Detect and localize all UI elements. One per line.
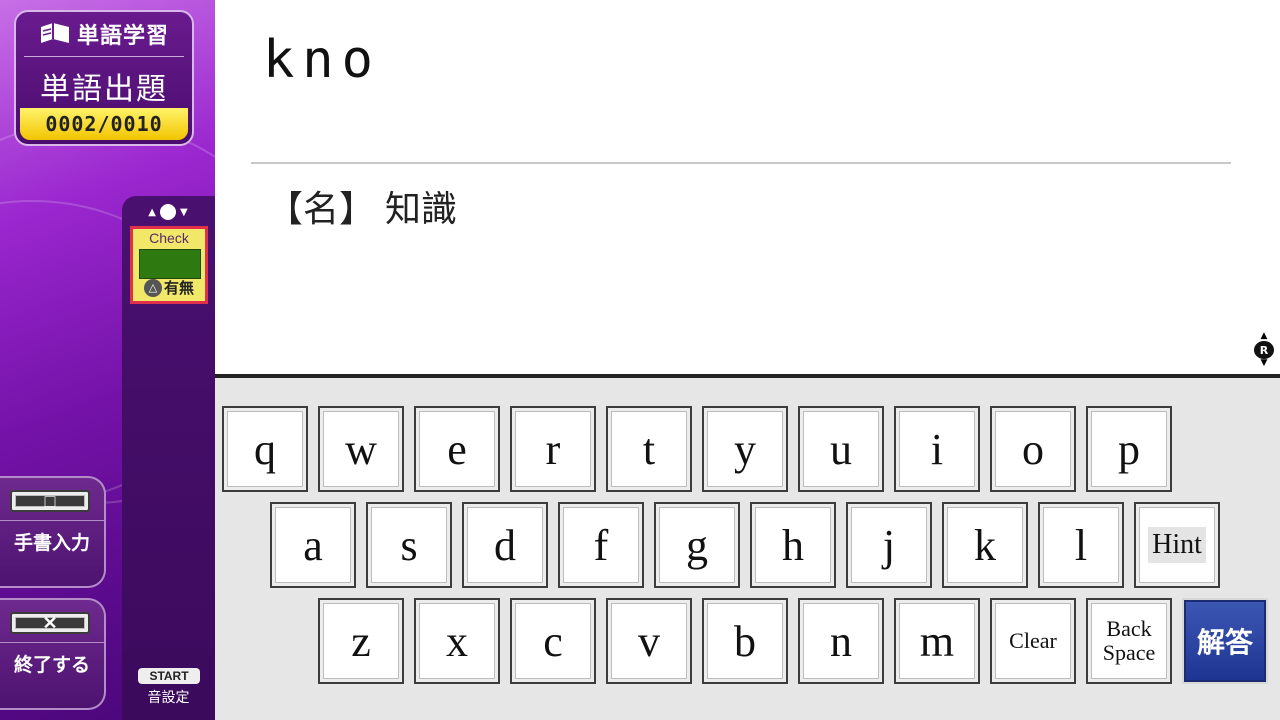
backspace-key[interactable]: Back Space — [1086, 598, 1172, 684]
part-of-speech: 【名】 — [267, 189, 376, 230]
check-toggle-panel[interactable]: Check △ 有無 — [130, 226, 208, 304]
app-title: 単語学習 — [76, 24, 169, 49]
start-button-chip[interactable]: START — [138, 668, 200, 684]
key-c[interactable]: c — [510, 598, 596, 684]
quit-label: 終了する — [13, 654, 90, 676]
key-f[interactable]: f — [558, 502, 644, 588]
key-j[interactable]: j — [846, 502, 932, 588]
triangle-up-icon: ▲ — [148, 206, 156, 218]
key-x[interactable]: x — [414, 598, 500, 684]
key-v[interactable]: v — [606, 598, 692, 684]
definition: 知識 — [385, 189, 458, 230]
key-i[interactable]: i — [894, 406, 980, 492]
scroll-r-icon[interactable]: ▲ R ▼ — [1253, 332, 1275, 368]
key-g[interactable]: g — [654, 502, 740, 588]
sound-setting-label: 音設定 — [147, 690, 190, 706]
word-meaning: 【名】 知識 — [267, 180, 457, 232]
triangle-button-icon: △ — [143, 278, 162, 297]
r-button-icon: R — [1254, 341, 1274, 359]
check-toggle-label: 有無 — [163, 279, 194, 297]
app-title-row: 単語学習 — [16, 12, 192, 56]
answer-submit-button[interactable]: 解答 — [1182, 598, 1268, 684]
arrow-down-icon: ▼ — [1260, 358, 1268, 368]
key-n[interactable]: n — [798, 598, 884, 684]
lightbulb-icon — [160, 204, 176, 220]
key-d[interactable]: d — [462, 502, 548, 588]
key-p[interactable]: p — [1086, 406, 1172, 492]
quit-button[interactable]: ✕ 終了する — [0, 598, 106, 710]
key-r[interactable]: r — [510, 406, 596, 492]
onscreen-keyboard: q w e r t y u i o p a s d f g h j k l Hint z x c v b n m Clear Back S… — [215, 378, 1280, 720]
hint-key-label: Hint — [1148, 527, 1206, 563]
content-divider — [251, 162, 1231, 164]
key-l[interactable]: l — [1038, 502, 1124, 588]
answer-input: kno — [263, 30, 381, 90]
question-counter: 0002/0010 — [20, 108, 188, 140]
cross-button-icon: ✕ — [10, 612, 90, 634]
key-z[interactable]: z — [318, 598, 404, 684]
question-area: kno 【名】 知識 ▲ R ▼ — [215, 0, 1280, 374]
button-divider — [0, 642, 104, 643]
square-button-icon: □ — [10, 490, 90, 512]
key-m[interactable]: m — [894, 598, 980, 684]
left-panel: 単語学習 単語出題 0002/0010 □ 手書入力 ✕ 終了する ▲ ▼ Ch… — [0, 0, 215, 720]
backspace-key-label: Back Space — [1102, 616, 1156, 665]
triangle-down-icon: ▼ — [180, 206, 188, 218]
key-u[interactable]: u — [798, 406, 884, 492]
key-b[interactable]: b — [702, 598, 788, 684]
hint-strip: ▲ ▼ Check △ 有無 START 音設定 — [122, 196, 215, 720]
clear-key[interactable]: Clear — [990, 598, 1076, 684]
mode-panel: 単語学習 単語出題 0002/0010 — [14, 10, 194, 146]
key-e[interactable]: e — [414, 406, 500, 492]
title-divider — [24, 56, 184, 57]
handwriting-input-button[interactable]: □ 手書入力 — [0, 476, 106, 588]
key-k[interactable]: k — [942, 502, 1028, 588]
key-s[interactable]: s — [366, 502, 452, 588]
book-icon — [40, 23, 69, 43]
key-o[interactable]: o — [990, 406, 1076, 492]
key-y[interactable]: y — [702, 406, 788, 492]
key-w[interactable]: w — [318, 406, 404, 492]
hint-navigator[interactable]: ▲ ▼ — [140, 202, 196, 222]
check-label: Check — [149, 230, 189, 246]
check-lamp — [139, 249, 201, 279]
check-toggle-row: △ 有無 — [133, 277, 205, 298]
key-q[interactable]: q — [222, 406, 308, 492]
handwriting-input-label: 手書入力 — [13, 532, 90, 554]
key-t[interactable]: t — [606, 406, 692, 492]
arrow-up-icon: ▲ — [1260, 331, 1268, 341]
button-divider — [0, 520, 104, 521]
hint-key[interactable]: Hint — [1134, 502, 1220, 588]
mode-label: 単語出題 — [40, 72, 168, 107]
key-a[interactable]: a — [270, 502, 356, 588]
key-h[interactable]: h — [750, 502, 836, 588]
